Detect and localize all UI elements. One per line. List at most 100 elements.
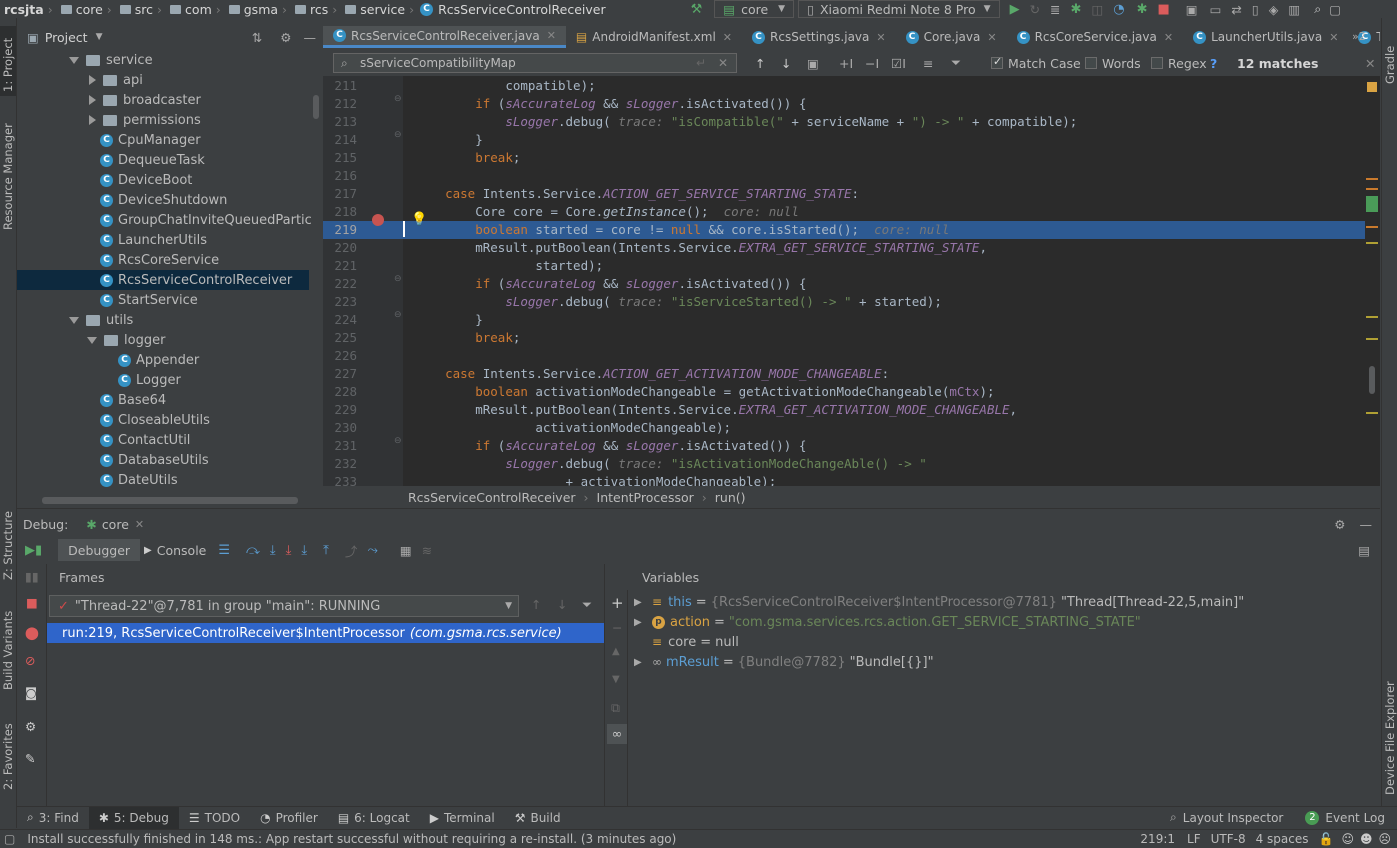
view-breakpoints-icon[interactable]: ⬤ xyxy=(25,625,39,640)
favorites-tool-label[interactable]: 2: Favorites xyxy=(1,723,15,790)
error-stripe-marker[interactable] xyxy=(1366,178,1378,180)
gear-icon[interactable]: ⚙ xyxy=(280,30,291,45)
warning-marker-icon[interactable] xyxy=(1367,82,1377,92)
show-watches-icon[interactable]: ∞ xyxy=(607,724,627,744)
tool-window-button[interactable]: ▶ Terminal xyxy=(420,807,505,829)
sdk-manager-icon[interactable]: ⇄ xyxy=(1231,2,1241,17)
code-line[interactable]: 231 if (sAccurateLog && sLogger.isActiva… xyxy=(323,437,1380,455)
gradle-sync-icon[interactable]: ◈ xyxy=(1269,2,1279,17)
editor-breadcrumb-item[interactable]: run() xyxy=(715,490,746,505)
tree-item[interactable]: C DeviceBoot xyxy=(17,170,309,190)
error-stripe-marker[interactable] xyxy=(1366,412,1378,414)
project-tool-label[interactable]: 1: Project xyxy=(1,38,15,92)
tree-item[interactable]: C DeviceShutdown xyxy=(17,190,309,210)
collapsed-arrow-icon[interactable] xyxy=(89,95,96,105)
editor-breadcrumb-item[interactable]: IntentProcessor xyxy=(597,490,694,505)
window-icon[interactable]: ▢ xyxy=(1329,2,1341,17)
code-line[interactable]: 232 sLogger.debug( trace: "isActivationM… xyxy=(323,455,1380,473)
tree-item[interactable]: C DatabaseUtils xyxy=(17,450,309,470)
force-step-into-icon[interactable]: ⤓ xyxy=(301,543,307,558)
close-tab-icon[interactable]: ✕ xyxy=(876,31,885,44)
stop-icon[interactable]: ■ xyxy=(1158,2,1170,17)
code-line[interactable]: 225 break; xyxy=(323,329,1380,347)
breadcrumb-item[interactable]: core › xyxy=(59,2,118,17)
editor-scrollbar[interactable] xyxy=(1369,366,1375,394)
stack-frame-row[interactable]: run:219, RcsServiceControlReceiver$Inten… xyxy=(47,623,604,643)
error-stripe-marker[interactable] xyxy=(1366,316,1378,318)
collapse-all-icon[interactable]: ⇅ xyxy=(252,30,262,45)
layout-icon[interactable]: ▥ xyxy=(1288,2,1300,17)
duplicate-watch-icon[interactable]: ⧉ xyxy=(611,700,620,716)
move-up-icon[interactable]: ▲ xyxy=(612,646,620,657)
close-tab-icon[interactable]: ✕ xyxy=(1164,31,1173,44)
face-icon[interactable]: ☻ xyxy=(1360,832,1373,846)
regex-help-link[interactable]: ? xyxy=(1210,56,1217,71)
error-stripe-marker[interactable] xyxy=(1366,226,1378,228)
tree-item[interactable]: C RcsServiceControlReceiver xyxy=(17,270,309,290)
profile-icon[interactable]: ◔ xyxy=(1113,2,1124,17)
gear-icon[interactable]: ⚙ xyxy=(1334,517,1345,532)
layout-inspector-button[interactable]: ⌕ Layout Inspector xyxy=(1170,810,1283,825)
error-stripe-marker[interactable] xyxy=(1366,188,1378,190)
resource-manager-tool-label[interactable]: Resource Manager xyxy=(1,123,15,230)
select-all-occurrences-icon[interactable]: ☑I xyxy=(891,56,906,71)
code-line[interactable]: 233 + activationModeChangeable); xyxy=(323,473,1380,486)
breadcrumb-file[interactable]: RcsServiceControlReceiver xyxy=(438,2,606,17)
build-variants-tool-label[interactable]: Build Variants xyxy=(1,611,15,690)
tool-window-button[interactable]: ◔ Profiler xyxy=(250,807,328,829)
event-log-button[interactable]: 2 Event Log xyxy=(1305,810,1385,825)
step-out-icon[interactable]: ⤒ xyxy=(323,543,329,558)
sync-project-icon[interactable]: ▣ xyxy=(1186,2,1198,17)
words-checkbox[interactable]: Words xyxy=(1085,56,1141,71)
expanded-arrow-icon[interactable] xyxy=(87,336,97,344)
breadcrumb-item[interactable]: rcsjta › xyxy=(2,2,59,17)
tree-item[interactable]: C GroupChatInviteQueuedPartic xyxy=(17,210,312,230)
editor-tab[interactable]: C RcsSettings.java ✕ xyxy=(742,26,896,48)
tree-item[interactable]: C LauncherUtils xyxy=(17,230,309,250)
expand-arrow-icon[interactable]: ▶ xyxy=(634,657,646,668)
drop-frame-icon[interactable]: ⤴ xyxy=(345,541,358,560)
hide-icon[interactable]: — xyxy=(1360,517,1373,532)
add-selection-icon[interactable]: +I xyxy=(839,56,853,71)
tree-item[interactable]: C CpuManager xyxy=(17,130,309,150)
code-line[interactable]: 211 compatible); xyxy=(323,77,1380,95)
expand-arrow-icon[interactable]: ▶ xyxy=(634,617,646,628)
stop-icon[interactable]: ■ xyxy=(26,595,38,610)
smiley-icon[interactable]: ☺ xyxy=(1341,832,1354,846)
tree-item[interactable]: C Base64 xyxy=(17,390,309,410)
variable-row[interactable]: ▶ p action = "com.gsma.services.rcs.action.G… xyxy=(630,612,1141,632)
lightbulb-icon[interactable]: 💡 xyxy=(411,212,427,227)
project-tree-scrollbar[interactable] xyxy=(313,95,319,119)
code-line[interactable]: 229 mResult.putBoolean(Intents.Service.E… xyxy=(323,401,1380,419)
step-into-icon[interactable]: ⤓ xyxy=(286,543,292,558)
editor-tab[interactable]: C RcsCoreService.java ✕ xyxy=(1007,26,1184,48)
fold-icon[interactable]: ⊖ xyxy=(394,130,402,140)
tree-item[interactable]: logger xyxy=(17,330,309,350)
code-editor[interactable]: 211 compatible); 212 if (sAccurateLog && … xyxy=(323,76,1380,486)
code-line[interactable]: 216 xyxy=(323,167,1380,185)
filter-icon[interactable]: ⏷ xyxy=(582,597,592,613)
filter-options-icon[interactable]: ≡ xyxy=(923,56,933,71)
run-config-select[interactable]: ▤ core ▼ xyxy=(714,0,795,18)
toggle-tool-windows-icon[interactable]: ▢ xyxy=(4,832,15,846)
device-manager-icon[interactable]: ▯ xyxy=(1252,2,1259,17)
gear-icon[interactable]: ⚙ xyxy=(25,719,36,734)
project-tree-hscrollbar[interactable] xyxy=(42,497,298,504)
editor-tab[interactable]: C RcsServiceControlReceiver.java ✕ xyxy=(323,26,566,48)
breadcrumb-item[interactable]: rcs › xyxy=(293,2,343,17)
close-tab-icon[interactable]: ✕ xyxy=(1329,31,1338,44)
search-everywhere-icon[interactable]: ⌕ xyxy=(1314,1,1321,17)
close-tab-icon[interactable]: ✕ xyxy=(547,29,556,42)
expanded-arrow-icon[interactable] xyxy=(69,56,79,64)
tab-console[interactable]: ▶ Console xyxy=(144,543,206,558)
previous-occurrence-icon[interactable]: ↑ xyxy=(755,56,765,71)
pin-icon[interactable]: ✎ xyxy=(25,751,35,766)
lock-icon[interactable]: 🔓 xyxy=(1319,832,1334,846)
tree-item[interactable]: C CloseableUtils xyxy=(17,410,309,430)
device-file-explorer-tool-label[interactable]: Device File Explorer xyxy=(1383,681,1397,795)
show-execution-point-icon[interactable]: ⤼ xyxy=(246,543,260,558)
editor-tab[interactable]: C Core.java ✕ xyxy=(896,26,1007,48)
fold-icon[interactable]: ⊖ xyxy=(394,274,402,284)
error-stripe-marker[interactable] xyxy=(1366,338,1378,340)
tree-item[interactable]: broadcaster xyxy=(17,90,309,110)
